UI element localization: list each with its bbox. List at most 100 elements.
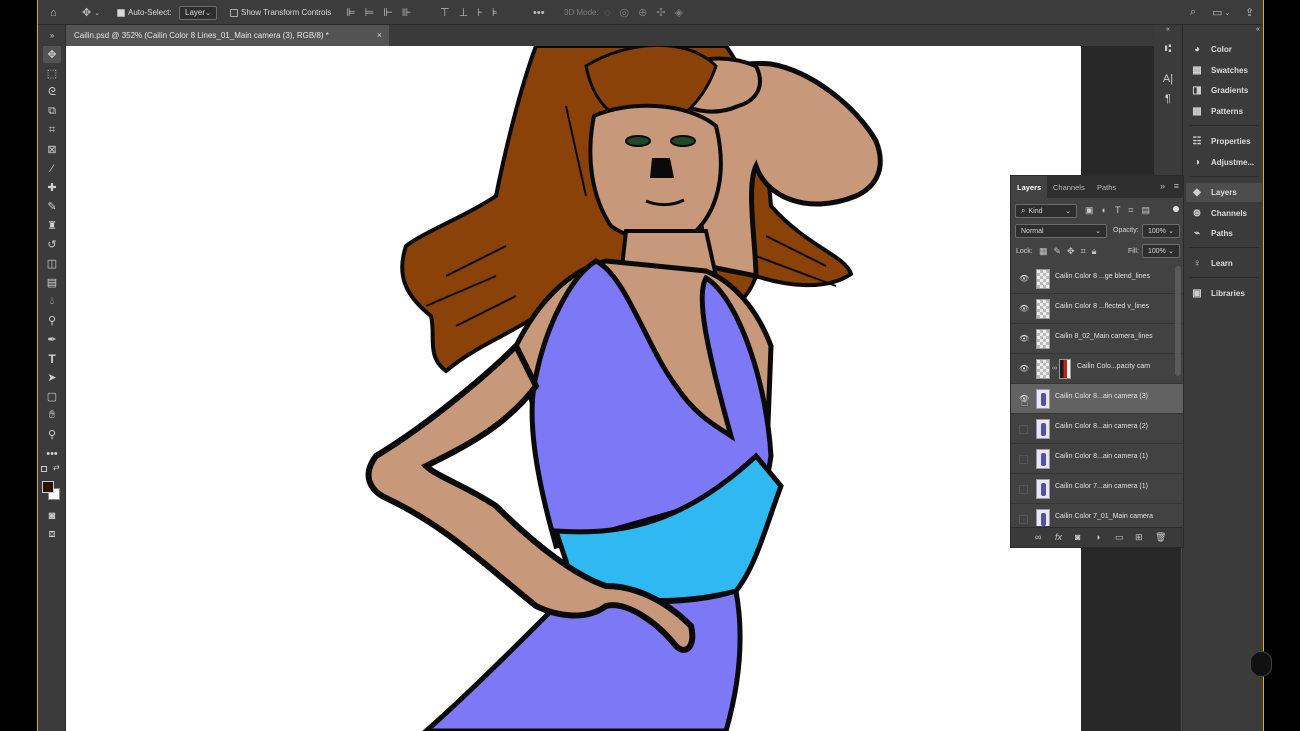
crop-tool-icon[interactable]: ⌗ (43, 122, 61, 139)
link-layers-icon[interactable]: ∞ (1035, 532, 1041, 542)
character-icon[interactable]: A| (1161, 73, 1175, 87)
default-colors-icon[interactable] (41, 466, 47, 472)
eyedropper-tool-icon[interactable]: ⁄ (43, 160, 61, 177)
layer-row[interactable]: 👁︎ Cailin Color 8 ...flected v_lines (1011, 294, 1183, 324)
opacity-field[interactable]: 100% ⌄ (1142, 224, 1180, 238)
filter-kind-dropdown[interactable]: ⌕ Kind ⌄ (1015, 204, 1077, 218)
quick-mask-icon[interactable]: ◙ (43, 507, 61, 524)
collapse-panels-icon[interactable]: « (1161, 26, 1175, 40)
new-group-icon[interactable]: ▭ (1115, 532, 1124, 543)
blur-tool-icon[interactable]: 💧︎ (43, 293, 61, 310)
marquee-tool-icon[interactable]: ⬚ (43, 65, 61, 82)
frame-tool-icon[interactable]: ⊠ (43, 141, 61, 158)
layer-row[interactable]: Cailin Color 7...ain camera (1) (1011, 474, 1183, 504)
expand-toolbar-icon[interactable]: » (43, 27, 61, 44)
panel-paths[interactable]: ⌁ Paths (1186, 224, 1262, 243)
document-tab[interactable]: Cailin.psd @ 352% (Cailin Color 8 Lines_… (66, 25, 389, 46)
object-select-tool-icon[interactable]: ⧉ (43, 103, 61, 120)
align-buttons[interactable]: ⊫⊨⊩⊪ (346, 0, 420, 25)
stamp-tool-icon[interactable]: ♜ (43, 217, 61, 234)
zoom-tool-icon[interactable]: ⚲ (43, 426, 61, 443)
panel-color[interactable]: ◕ Color (1186, 40, 1262, 59)
panel-properties[interactable]: ☷ Properties (1186, 132, 1262, 151)
layer-row[interactable]: Cailin Color 8...ain camera (1) (1011, 444, 1183, 474)
expand-panel-icon[interactable]: » (1160, 181, 1165, 191)
panel-swatches[interactable]: ▦ Swatches (1186, 61, 1262, 80)
filter-type-icons[interactable]: ▣◐T⌗▤ (1085, 205, 1158, 216)
panel-libraries[interactable]: ▣ Libraries (1186, 284, 1262, 303)
tab-layers[interactable]: Layers (1011, 176, 1048, 198)
history-brush-icon[interactable]: ↺ (43, 236, 61, 253)
fx-icon[interactable]: fx (1055, 532, 1062, 542)
new-layer-icon[interactable]: ⊞ (1135, 532, 1143, 543)
layer-row-selected[interactable]: 👁︎ Cailin Color 8...ain camera (3) (1011, 384, 1183, 414)
paragraph-icon[interactable]: ¶ (1161, 93, 1175, 107)
move-tool-icon[interactable]: ✥ (43, 46, 61, 63)
eye-icon[interactable]: 👁︎ (1019, 334, 1029, 344)
visibility-toggle[interactable] (1019, 515, 1028, 524)
screen-mode-icon[interactable]: ⧈ (43, 526, 61, 543)
visibility-toggle[interactable] (1019, 485, 1028, 494)
more-options-button[interactable]: ••• (533, 0, 545, 25)
foreground-color-swatch[interactable] (42, 481, 54, 493)
checkbox-icon[interactable] (117, 8, 125, 17)
gradient-tool-icon[interactable]: ▤ (43, 274, 61, 291)
hand-tool-icon[interactable]: ✋︎ (43, 407, 61, 424)
history-icon[interactable]: ⑆ (1161, 43, 1175, 57)
eye-icon[interactable]: 👁︎ (1019, 274, 1029, 284)
healing-brush-icon[interactable]: ✚ (43, 179, 61, 196)
layer-row[interactable]: 👁︎ ∞ Cailin Colo...pacity cam (1011, 354, 1183, 384)
add-mask-icon[interactable]: ◙ (1075, 532, 1080, 542)
filter-toggle-icon[interactable] (1173, 206, 1179, 212)
visibility-toggle[interactable] (1019, 455, 1028, 464)
layer-select-dropdown[interactable]: Layer ⌄ (179, 5, 217, 20)
edge-floating-button[interactable] (1250, 651, 1272, 677)
eye-icon[interactable]: 👁︎ (1019, 304, 1029, 314)
panel-learn[interactable]: ♀ Learn (1186, 254, 1262, 273)
close-tab-icon[interactable]: × (377, 30, 382, 40)
layer-row[interactable]: Cailin Color 7_01_Main camera (1011, 504, 1183, 526)
layer-row[interactable]: 👁︎ Cailin Color 8 ...ge blend_lines (1011, 264, 1183, 294)
layers-scrollbar[interactable] (1175, 266, 1181, 376)
search-icon[interactable]: ⌕ (1190, 0, 1196, 25)
home-icon[interactable]: ⌂ (50, 0, 57, 25)
adjustment-layer-icon[interactable]: ◑ (1095, 532, 1100, 542)
visibility-toggle[interactable] (1019, 425, 1028, 434)
panel-adjustments[interactable]: ◑ Adjustme... (1186, 153, 1262, 172)
panel-channels[interactable]: ⊛ Channels (1186, 204, 1262, 223)
share-icon[interactable]: ⇪ (1245, 0, 1254, 25)
lasso-tool-icon[interactable]: ᘓ (43, 84, 61, 101)
dodge-tool-icon[interactable]: ⚲ (43, 312, 61, 329)
eraser-tool-icon[interactable]: ◫ (43, 255, 61, 272)
type-tool-icon[interactable]: T (43, 350, 61, 367)
lock-icons[interactable]: ▦✎✥⌗🔒︎ (1039, 246, 1102, 257)
edit-toolbar-icon[interactable]: ••• (43, 445, 61, 462)
swap-colors-icon[interactable]: ⇄ (53, 463, 60, 472)
3d-mode-icons[interactable]: ◌◎⊕✣◈ (604, 0, 692, 25)
distribute-buttons[interactable]: ⊤⊥⊦⊧ (440, 0, 507, 25)
move-tool-icon[interactable]: ✥ ⌄ (82, 0, 100, 25)
brush-tool-icon[interactable]: ✎ (43, 198, 61, 215)
shape-tool-icon[interactable]: ▢ (43, 388, 61, 405)
panel-gradients[interactable]: ◨ Gradients (1186, 81, 1262, 100)
layer-row[interactable]: 👁︎ Cailin 8_02_Main camera_lines (1011, 324, 1183, 354)
document-canvas[interactable] (66, 46, 1081, 731)
checkbox-icon[interactable] (230, 8, 238, 17)
tab-paths[interactable]: Paths (1091, 176, 1122, 198)
panel-menu-icon[interactable]: ≡ (1174, 181, 1179, 191)
panel-patterns[interactable]: ▩ Patterns (1186, 102, 1262, 121)
collapse-dock-icon[interactable]: « (1251, 26, 1263, 40)
panel-layers[interactable]: ◆ Layers (1186, 183, 1262, 202)
eye-icon[interactable]: 👁︎ (1019, 364, 1029, 374)
tab-channels[interactable]: Channels (1047, 176, 1091, 198)
fill-field[interactable]: 100% ⌄ (1142, 244, 1180, 258)
pen-tool-icon[interactable]: ✒ (43, 331, 61, 348)
link-icon[interactable]: ∞ (1052, 365, 1057, 372)
workspace-icon[interactable]: ▭ ⌄ (1212, 0, 1230, 25)
layer-row[interactable]: Cailin Color 8...ain camera (2) (1011, 414, 1183, 444)
auto-select-checkbox[interactable]: Auto-Select: (117, 0, 172, 25)
blend-mode-dropdown[interactable]: Normal ⌄ (1015, 224, 1107, 238)
transform-controls-checkbox[interactable]: Show Transform Controls (230, 0, 331, 25)
path-select-icon[interactable]: ➤ (43, 369, 61, 386)
delete-layer-icon[interactable]: 🗑︎ (1155, 532, 1166, 543)
